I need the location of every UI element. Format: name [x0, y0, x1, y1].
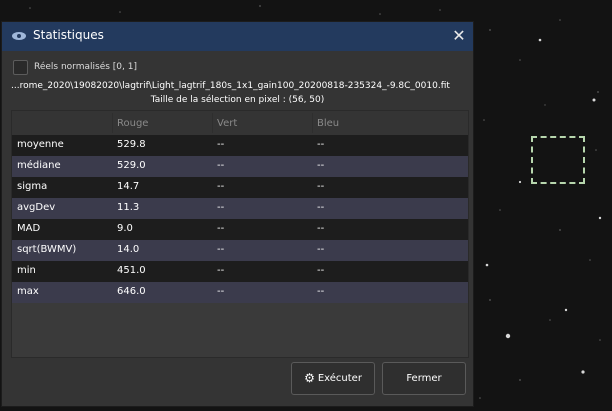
cell-blue: -- [317, 244, 325, 255]
cell-red: 11.3 [117, 202, 140, 213]
cell-green: -- [217, 202, 225, 213]
table-row[interactable]: sigma 14.7 -- -- [12, 177, 468, 198]
close-button[interactable]: Fermer [382, 362, 466, 395]
cell-red: 14.7 [117, 181, 140, 192]
close-icon[interactable]: ✕ [447, 25, 471, 47]
table-row[interactable]: médiane 529.0 -- -- [12, 156, 468, 177]
cell-blue: -- [317, 181, 325, 192]
selection-rectangle[interactable] [531, 136, 585, 184]
row-label: sigma [17, 181, 48, 192]
table-row[interactable]: min 451.0 -- -- [12, 261, 468, 282]
table-row[interactable]: sqrt(BWMV) 14.0 -- -- [12, 240, 468, 261]
header-blue[interactable]: Bleu [317, 118, 339, 129]
cell-red: 529.0 [117, 160, 146, 171]
cell-blue: -- [317, 265, 325, 276]
cell-blue: -- [317, 139, 325, 150]
cell-green: -- [217, 223, 225, 234]
execute-button[interactable]: ⚙ Exécuter [291, 362, 375, 395]
header-divider [312, 113, 313, 133]
dialog-titlebar[interactable]: Statistiques ✕ [2, 22, 473, 51]
gear-icon: ⚙ [304, 371, 315, 385]
selection-size: Taille de la sélection en pixel : (56, 5… [150, 95, 325, 105]
statistics-table: Rouge Vert Bleu moyenne 529.8 -- -- médi… [11, 110, 469, 358]
cell-green: -- [217, 181, 225, 192]
cell-blue: -- [317, 160, 325, 171]
normalized-checkbox-label: Réels normalisés [0, 1] [34, 62, 137, 72]
cell-red: 451.0 [117, 265, 146, 276]
header-divider [212, 113, 213, 133]
cell-blue: -- [317, 286, 325, 297]
row-label: MAD [17, 223, 41, 234]
dialog-title: Statistiques [33, 28, 104, 42]
row-label: médiane [17, 160, 61, 171]
cell-green: -- [217, 160, 225, 171]
header-red[interactable]: Rouge [117, 118, 148, 129]
cell-blue: -- [317, 223, 325, 234]
header-green[interactable]: Vert [217, 118, 237, 129]
cell-green: -- [217, 244, 225, 255]
cell-red: 646.0 [117, 286, 146, 297]
table-header: Rouge Vert Bleu [12, 111, 468, 135]
row-label: avgDev [17, 202, 56, 213]
row-label: max [17, 286, 39, 297]
app-icon [12, 32, 26, 40]
statistics-dialog: Statistiques ✕ Réels normalisés [0, 1] .… [1, 21, 474, 407]
table-row[interactable]: moyenne 529.8 -- -- [12, 135, 468, 156]
header-divider [112, 113, 113, 133]
row-label: moyenne [17, 139, 64, 150]
cell-green: -- [217, 286, 225, 297]
row-label: sqrt(BWMV) [17, 244, 77, 255]
cell-red: 529.8 [117, 139, 146, 150]
execute-button-label: Exécuter [317, 373, 362, 384]
cell-blue: -- [317, 202, 325, 213]
cell-red: 14.0 [117, 244, 140, 255]
cell-green: -- [217, 265, 225, 276]
file-path: ...rome_2020\19082020\lagtrif\Light_lagt… [11, 81, 450, 91]
table-row[interactable]: avgDev 11.3 -- -- [12, 198, 468, 219]
normalized-checkbox[interactable] [13, 60, 28, 75]
row-label: min [17, 265, 36, 276]
cell-red: 9.0 [117, 223, 133, 234]
table-row[interactable]: MAD 9.0 -- -- [12, 219, 468, 240]
cell-green: -- [217, 139, 225, 150]
table-row[interactable]: max 646.0 -- -- [12, 282, 468, 303]
